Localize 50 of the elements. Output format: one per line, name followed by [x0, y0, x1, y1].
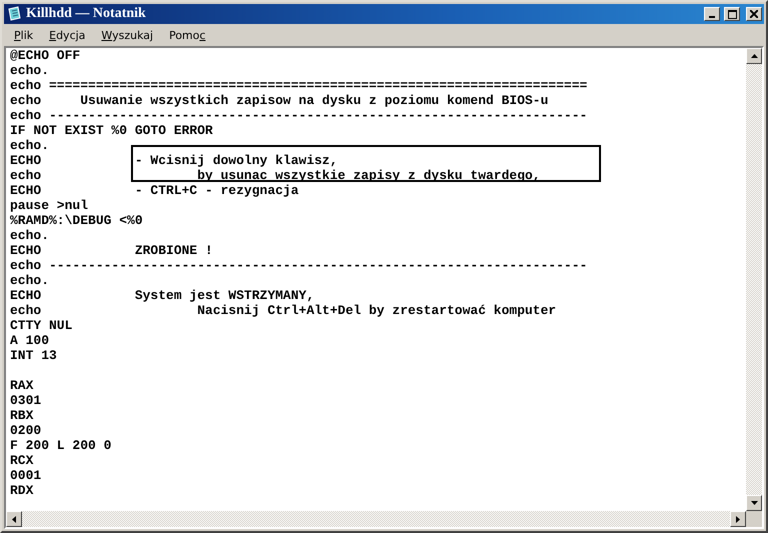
maximize-icon	[728, 10, 736, 18]
code-line: IF NOT EXIST %0 GOTO ERROR	[10, 123, 214, 138]
code-line: echo ---------------------------------------------------------------------	[10, 108, 588, 123]
code-line: CTTY NUL	[10, 318, 74, 333]
code-line: echo.	[10, 63, 50, 78]
left-arrow-icon	[12, 516, 16, 522]
code-line: A 100	[10, 333, 50, 348]
code-line: RCX	[10, 453, 34, 468]
code-line: 0301	[10, 393, 42, 408]
minimize-button[interactable]	[704, 7, 720, 21]
notepad-icon	[6, 6, 22, 22]
right-arrow-icon	[736, 516, 740, 522]
code-line: echo Nacisnij Ctrl+Alt+Del by zrestartować komputer	[10, 303, 558, 318]
horizontal-scrollbar[interactable]	[6, 511, 746, 527]
scroll-up-button[interactable]	[746, 48, 762, 64]
code-line: echo Usuwanie wszystkich zapisow na dysku z poziomu komend BIOS-u	[10, 93, 550, 108]
menu-item[interactable]: Plik	[6, 28, 42, 42]
code-line: ECHO - CTRL+C - rezygnacja	[10, 183, 300, 198]
code-line: INT 13	[10, 348, 58, 363]
code-line: echo.	[10, 228, 50, 243]
code-line: ECHO - Wcisnij dowolny klawisz,	[10, 153, 339, 168]
code-line: echo.	[10, 273, 50, 288]
vertical-scrollbar[interactable]	[746, 48, 762, 511]
close-button[interactable]	[746, 7, 762, 21]
menu-item[interactable]: Wyszukaj	[93, 28, 162, 42]
maximize-button[interactable]	[724, 7, 740, 21]
menu-item[interactable]: Pomoc	[161, 28, 214, 42]
resize-grip[interactable]	[746, 511, 762, 527]
scroll-left-button[interactable]	[6, 511, 22, 527]
window-title: Killhdd — Notatnik	[26, 6, 147, 22]
close-icon	[750, 10, 758, 18]
code-line: RDX	[10, 483, 34, 498]
code-line: echo =====================================================================	[10, 78, 588, 93]
code-line: RAX	[10, 378, 34, 393]
scroll-right-button[interactable]	[730, 511, 746, 527]
code-line: pause >nul	[10, 198, 90, 213]
code-line: F 200 L 200 0	[10, 438, 112, 453]
up-arrow-icon	[750, 54, 758, 58]
code-line: @ECHO OFF	[10, 48, 82, 63]
scroll-down-button[interactable]	[746, 495, 762, 511]
code-line: %RAMD%:\DEBUG <%0	[10, 213, 144, 228]
menu-item[interactable]: Edycja	[41, 28, 94, 42]
code-line: ECHO ZROBIONE !	[10, 243, 214, 258]
code-line: 0001	[10, 468, 42, 483]
code-line: RBX	[10, 408, 34, 423]
code-line: echo.	[10, 138, 50, 153]
code-line: 0200	[10, 423, 42, 438]
code-line: echo ---------------------------------------------------------------------	[10, 258, 588, 273]
down-arrow-icon	[750, 501, 758, 505]
code-line: ECHO System jest WSTRZYMANY,	[10, 288, 316, 303]
